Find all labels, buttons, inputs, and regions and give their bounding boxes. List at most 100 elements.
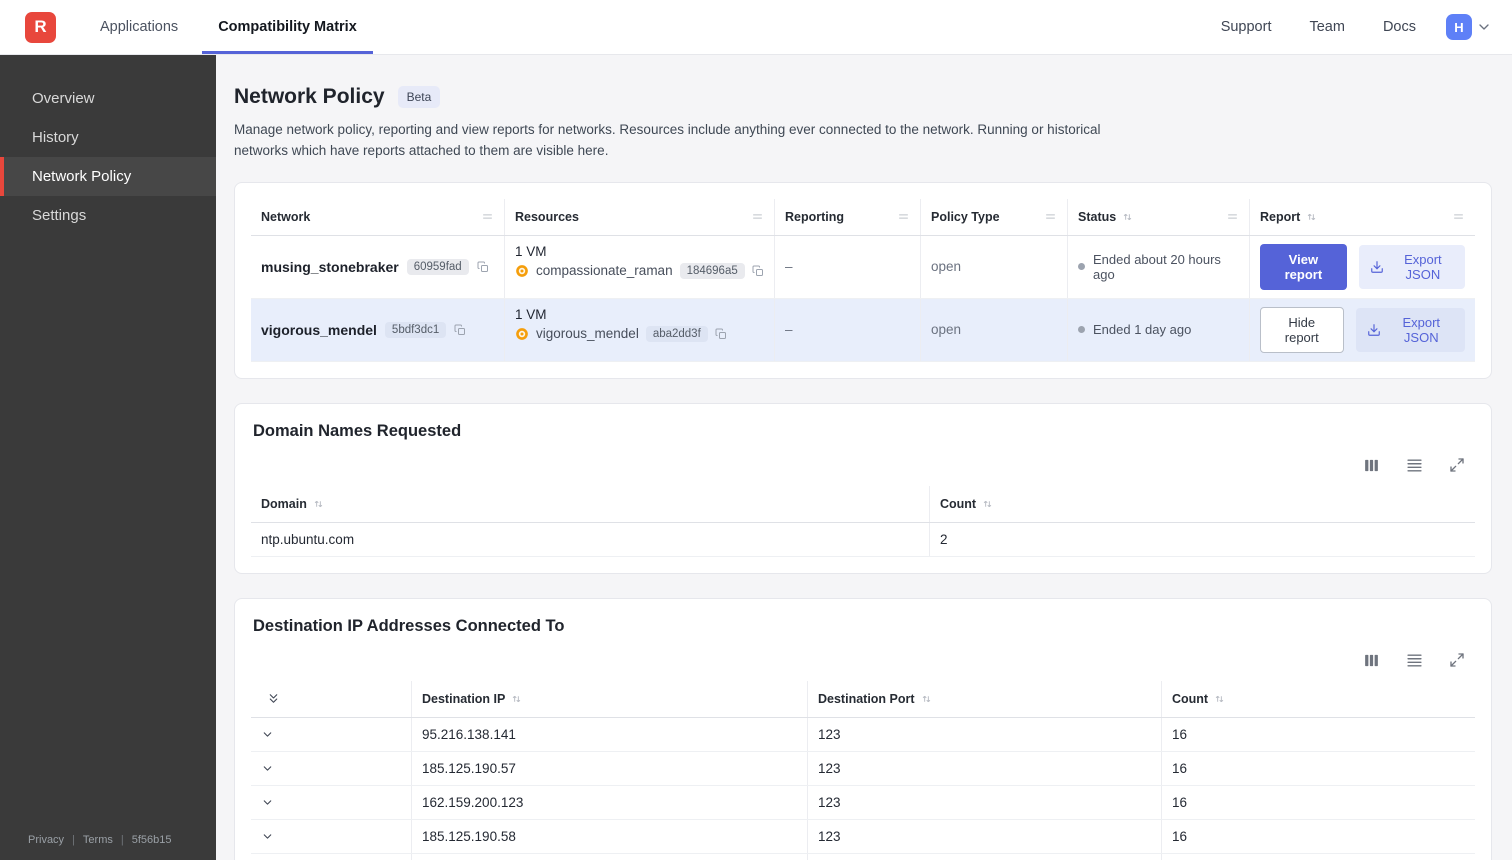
- report-cell: View report Export JSON: [1249, 235, 1475, 298]
- expand-icon[interactable]: [1449, 652, 1465, 668]
- user-menu-chevron-icon[interactable]: [1476, 19, 1492, 35]
- domains-card: Domain Names Requested Domain Count ntp.…: [234, 402, 1492, 574]
- resize-handle-icon[interactable]: [897, 210, 910, 223]
- status-cell: Ended 1 day ago: [1067, 298, 1249, 361]
- col-destination-ip: Destination IP: [411, 680, 807, 717]
- resource-name: compassionate_raman: [536, 263, 673, 279]
- sort-icon[interactable]: [982, 498, 993, 510]
- network-name-cell: vigorous_mendel 5bdf3dc1: [251, 299, 504, 361]
- hide-report-button[interactable]: Hide report: [1260, 306, 1344, 353]
- ips-toolbar: [251, 636, 1475, 681]
- columns-icon[interactable]: [1363, 457, 1380, 474]
- network-id-badge: 5bdf3dc1: [384, 321, 447, 338]
- col-policy-type: Policy Type: [920, 198, 1067, 235]
- rows-icon[interactable]: [1406, 457, 1423, 474]
- network-id-badge: 60959fad: [406, 258, 469, 275]
- destination-port-cell: 123: [807, 717, 1161, 751]
- primary-nav: Applications Compatibility Matrix: [84, 0, 373, 54]
- col-report-label: Report: [1260, 209, 1301, 224]
- status-dot-icon: [1078, 326, 1085, 334]
- export-json-label: Export JSON: [1404, 251, 1442, 282]
- destination-ip-cell: 95.216.100.21: [411, 853, 807, 860]
- sort-icon[interactable]: [1306, 211, 1317, 223]
- page-description: Manage network policy, reporting and vie…: [234, 122, 1101, 158]
- columns-icon[interactable]: [1363, 652, 1380, 669]
- network-row: musing_stonebraker 60959fad 1 VM compass…: [251, 235, 1475, 299]
- destination-port-cell: 123: [807, 853, 1161, 860]
- ip-row: 95.216.138.141 123 16: [251, 717, 1475, 752]
- privacy-link[interactable]: Privacy: [28, 834, 64, 846]
- col-domain-label: Domain: [261, 496, 307, 511]
- terms-link[interactable]: Terms: [83, 834, 113, 846]
- resize-handle-icon[interactable]: [751, 210, 764, 223]
- ip-row: 185.125.190.57 123 16: [251, 751, 1475, 786]
- count-cell: 2: [929, 522, 1475, 556]
- expand-icon[interactable]: [1449, 457, 1465, 473]
- build-hash: 5f56b15: [131, 834, 172, 846]
- col-count: Count: [1161, 680, 1475, 717]
- chevron-down-icon[interactable]: [261, 728, 274, 741]
- nav-support[interactable]: Support: [1209, 19, 1284, 35]
- networks-table-header: Network Resources Reporting Policy Type …: [251, 198, 1475, 236]
- sort-icon[interactable]: [1122, 211, 1133, 223]
- destination-ip-cell: 185.125.190.57: [411, 751, 807, 785]
- chevron-down-icon[interactable]: [261, 796, 274, 809]
- nav-team[interactable]: Team: [1297, 19, 1356, 35]
- rows-icon[interactable]: [1406, 652, 1423, 669]
- copy-icon[interactable]: [477, 261, 489, 273]
- count-cell: 16: [1161, 751, 1475, 785]
- sidebar-item-overview[interactable]: Overview: [0, 79, 216, 118]
- col-destination-port: Destination Port: [807, 680, 1161, 717]
- row-expander-cell: [251, 786, 411, 819]
- export-json-label: Export JSON: [1402, 314, 1441, 345]
- resource-count: 1 VM: [515, 306, 547, 322]
- destination-ip-cell: 185.125.190.58: [411, 819, 807, 853]
- resource-line: vigorous_mendel aba2dd3f: [515, 325, 727, 342]
- user-avatar[interactable]: H: [1446, 14, 1472, 40]
- resize-handle-icon[interactable]: [1044, 210, 1057, 223]
- row-expander-cell: [251, 718, 411, 751]
- sidebar-item-network-policy[interactable]: Network Policy: [0, 157, 216, 196]
- count-cell: 16: [1161, 853, 1475, 860]
- nav-compatibility-matrix[interactable]: Compatibility Matrix: [202, 0, 373, 54]
- resize-handle-icon[interactable]: [1226, 210, 1239, 223]
- sidebar-item-settings[interactable]: Settings: [0, 196, 216, 235]
- sidebar-item-history[interactable]: History: [0, 118, 216, 157]
- network-name: musing_stonebraker: [261, 258, 399, 275]
- policy-type-cell: open: [920, 235, 1067, 298]
- ip-row: 162.159.200.123 123 16: [251, 785, 1475, 820]
- network-row: vigorous_mendel 5bdf3dc1 1 VM vigorous_m…: [251, 298, 1475, 362]
- chevron-down-icon[interactable]: [261, 762, 274, 775]
- row-expander-cell: [251, 752, 411, 785]
- domains-toolbar: [251, 441, 1475, 486]
- col-status: Status: [1067, 198, 1249, 235]
- chevron-down-icon[interactable]: [261, 830, 274, 843]
- sort-icon[interactable]: [921, 693, 932, 705]
- report-cell: Hide report Export JSON: [1249, 298, 1475, 361]
- destination-ips-card: Destination IP Addresses Connected To De…: [234, 597, 1492, 860]
- sort-icon[interactable]: [1214, 693, 1225, 705]
- count-cell: 16: [1161, 717, 1475, 751]
- resource-line: compassionate_raman 184696a5: [515, 262, 764, 279]
- col-status-label: Status: [1078, 209, 1117, 224]
- destination-ip-cell: 162.159.200.123: [411, 785, 807, 819]
- network-name-cell: musing_stonebraker 60959fad: [251, 236, 504, 298]
- sort-icon[interactable]: [313, 498, 324, 510]
- sidebar-footer: Privacy | Terms | 5f56b15: [0, 834, 216, 860]
- sort-icon[interactable]: [511, 693, 522, 705]
- copy-icon[interactable]: [454, 324, 466, 336]
- app-logo[interactable]: R: [25, 11, 56, 43]
- nav-applications[interactable]: Applications: [84, 0, 194, 54]
- export-json-button[interactable]: Export JSON: [1358, 244, 1465, 289]
- status-dot-icon: [1078, 263, 1085, 271]
- copy-icon[interactable]: [752, 265, 764, 277]
- expand-all-icon[interactable]: [267, 692, 280, 705]
- view-report-button[interactable]: View report: [1260, 243, 1347, 290]
- resize-handle-icon[interactable]: [1452, 210, 1465, 223]
- copy-icon[interactable]: [715, 328, 727, 340]
- resize-handle-icon[interactable]: [481, 210, 494, 223]
- col-count-label: Count: [1172, 691, 1209, 706]
- col-count-label: Count: [940, 496, 977, 511]
- nav-docs[interactable]: Docs: [1371, 19, 1428, 35]
- export-json-button[interactable]: Export JSON: [1355, 307, 1465, 352]
